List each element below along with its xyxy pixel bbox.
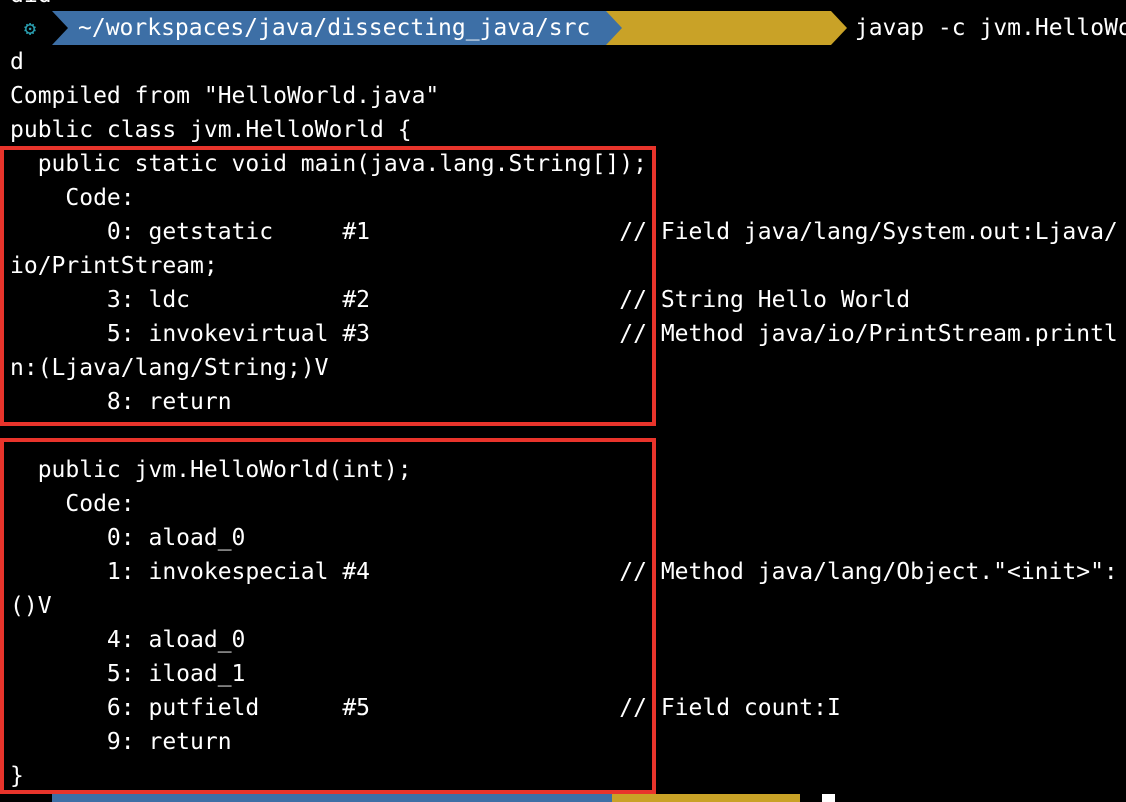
git-branch-icon	[692, 49, 704, 73]
output-line: 9: return	[10, 729, 232, 755]
output-line: }	[10, 763, 24, 789]
output-line: public static void main(java.lang.String…	[10, 151, 647, 177]
output-line: 0: aload_0	[10, 525, 246, 551]
output-line: 5: invokevirtual #3 // Method java/io/Pr…	[10, 321, 1118, 347]
output-line: Code:	[10, 185, 135, 211]
output-line: 3: ldc #2 // String Hello World	[10, 287, 911, 313]
output-line: Code:	[10, 491, 135, 517]
output-line: io/PrintStream;	[10, 253, 218, 279]
output-line: public jvm.HelloWorld(int);	[10, 457, 412, 483]
output-line: 6: putfield #5 // Field count:I	[10, 695, 841, 721]
next-prompt-git-segment	[612, 794, 800, 802]
prompt-path-segment: ~/workspaces/java/dissecting_java/src	[52, 11, 623, 45]
shell-prompt: ⚙ ~/workspaces/java/dissecting_java/src …	[0, 11, 1126, 75]
output-line: ()V	[10, 593, 52, 619]
output-line: n:(Ljava/lang/String;)V	[10, 355, 329, 381]
output-line: 4: aload_0	[10, 627, 246, 653]
output-line: public class jvm.HelloWorld {	[10, 117, 412, 143]
output-line: d	[10, 49, 24, 75]
output-line: 0: getstatic #1 // Field java/lang/Syste…	[10, 219, 1118, 245]
terminal-cursor	[822, 794, 835, 802]
git-branch-name: master	[711, 49, 795, 75]
output-line: Compiled from "HelloWorld.java"	[10, 83, 440, 109]
output-line: 8: return	[10, 389, 232, 415]
gear-icon: ⚙	[23, 16, 37, 40]
output-line: 1: invokespecial #4 // Method java/lang/…	[10, 559, 1118, 585]
next-prompt-bar	[0, 794, 1126, 802]
prompt-git-segment: master	[606, 11, 848, 75]
dirty-indicator-icon	[806, 57, 817, 68]
typed-command: javap -c jvm.HelloWorl	[854, 15, 1126, 41]
output-line: 5: iload_1	[10, 661, 246, 687]
next-prompt-path-segment	[52, 794, 612, 802]
